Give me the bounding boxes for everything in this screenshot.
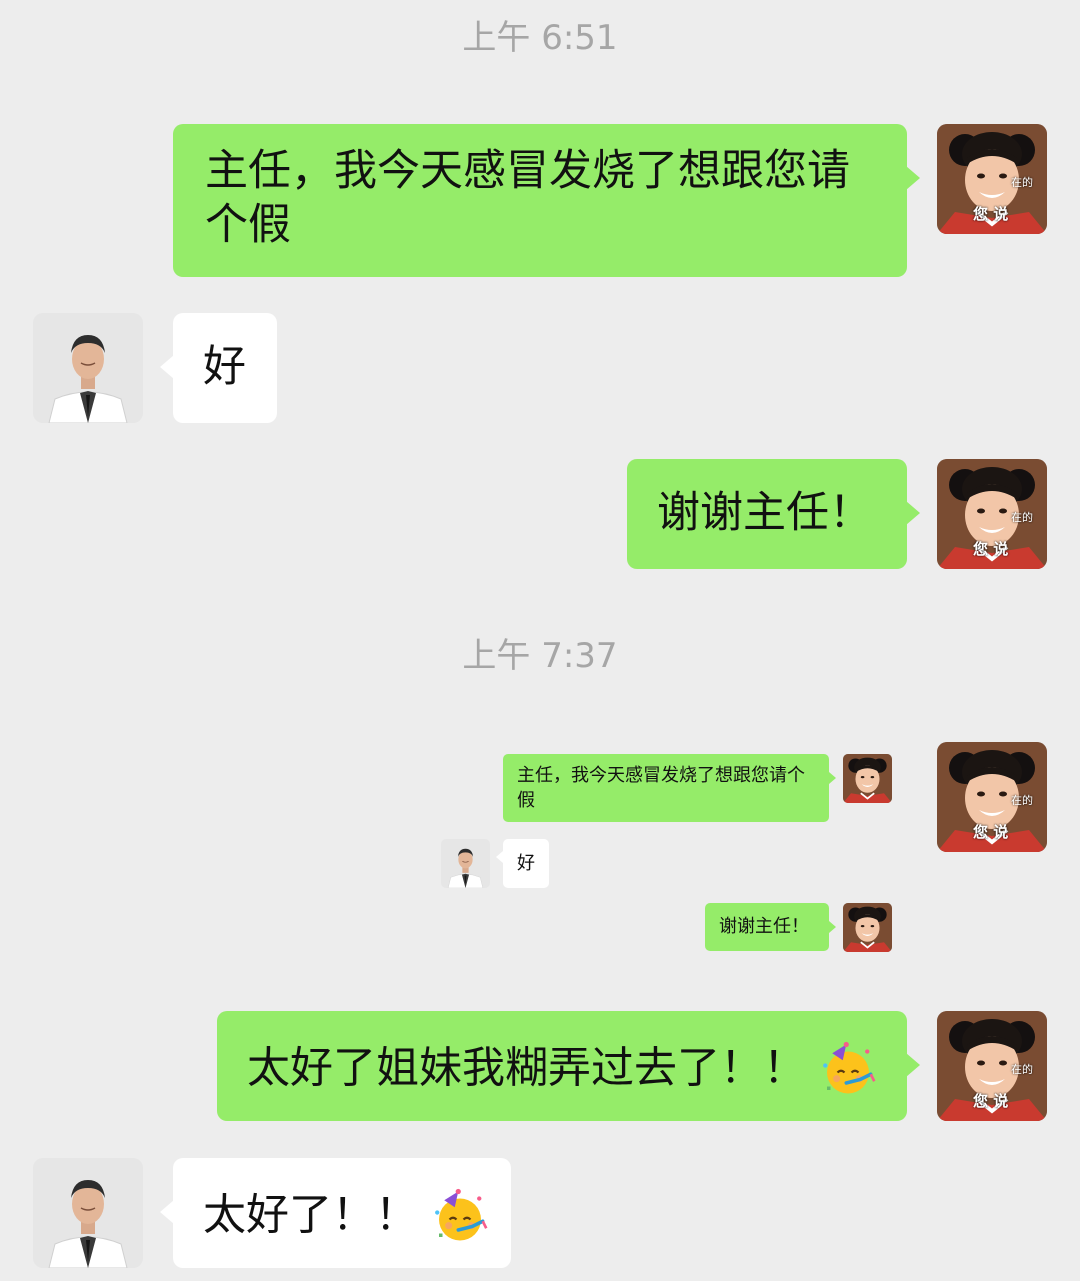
message-bubble[interactable]: 谢谢主任！: [627, 459, 920, 569]
avatar-side-text: 在的: [1011, 176, 1033, 189]
contact-avatar[interactable]: [33, 1158, 143, 1268]
partying-face-emoji-icon: [820, 1041, 876, 1097]
doctor-avatar-icon: [33, 313, 143, 423]
girl-meme-avatar-icon: [843, 754, 892, 803]
message-bubble[interactable]: 太好了姐妹我糊弄过去了！！: [217, 1011, 920, 1121]
contact-avatar[interactable]: [33, 313, 143, 423]
avatar-side-text: 在的: [1011, 511, 1033, 524]
my-avatar: [843, 754, 892, 803]
message-text: 主任，我今天感冒发烧了想跟您请个假: [517, 765, 805, 811]
message-bubble: 好: [496, 839, 549, 888]
contact-avatar: [441, 839, 490, 888]
my-avatar[interactable]: 您 说 在的: [937, 124, 1047, 234]
message-text: 好: [517, 853, 535, 874]
avatar-caption: 您 说: [973, 540, 1009, 558]
my-avatar: [843, 903, 892, 952]
avatar-side-text: 在的: [1011, 1063, 1033, 1076]
my-avatar[interactable]: 您 说 在的: [937, 459, 1047, 569]
message-text: 太好了！！: [203, 1190, 418, 1241]
message-text: 好: [203, 342, 246, 392]
message-text: 太好了姐妹我糊弄过去了！！: [247, 1043, 806, 1094]
timestamp: 上午 6:51: [462, 18, 618, 58]
message-text: 谢谢主任！: [657, 488, 872, 538]
message-bubble: 谢谢主任！: [705, 903, 836, 951]
avatar-caption: 您 说: [973, 1092, 1009, 1110]
avatar-side-text: 在的: [1011, 794, 1033, 807]
my-avatar[interactable]: 您 说 在的: [937, 1011, 1047, 1121]
doctor-avatar-icon: [33, 1158, 143, 1268]
message-bubble[interactable]: 主任，我今天感冒发烧了想跟您请个假: [173, 124, 920, 277]
partying-face-emoji-icon: [432, 1188, 488, 1244]
timestamp: 上午 7:37: [462, 636, 618, 676]
message-bubble[interactable]: 好: [160, 313, 277, 423]
my-avatar[interactable]: 您 说 在的: [937, 742, 1047, 852]
message-bubble[interactable]: 太好了！！: [160, 1158, 511, 1268]
girl-meme-avatar-icon: [843, 903, 892, 952]
message-text: 主任，我今天感冒发烧了想跟您请个假: [205, 146, 850, 250]
avatar-caption: 您 说: [973, 205, 1009, 223]
message-bubble: 主任，我今天感冒发烧了想跟您请个假: [503, 754, 836, 822]
forwarded-screenshot-image[interactable]: 主任，我今天感冒发烧了想跟您请个假 好 谢谢主任！: [420, 735, 920, 965]
message-text: 谢谢主任！: [719, 916, 809, 937]
avatar-caption: 您 说: [973, 823, 1009, 841]
doctor-avatar-icon: [441, 839, 490, 888]
